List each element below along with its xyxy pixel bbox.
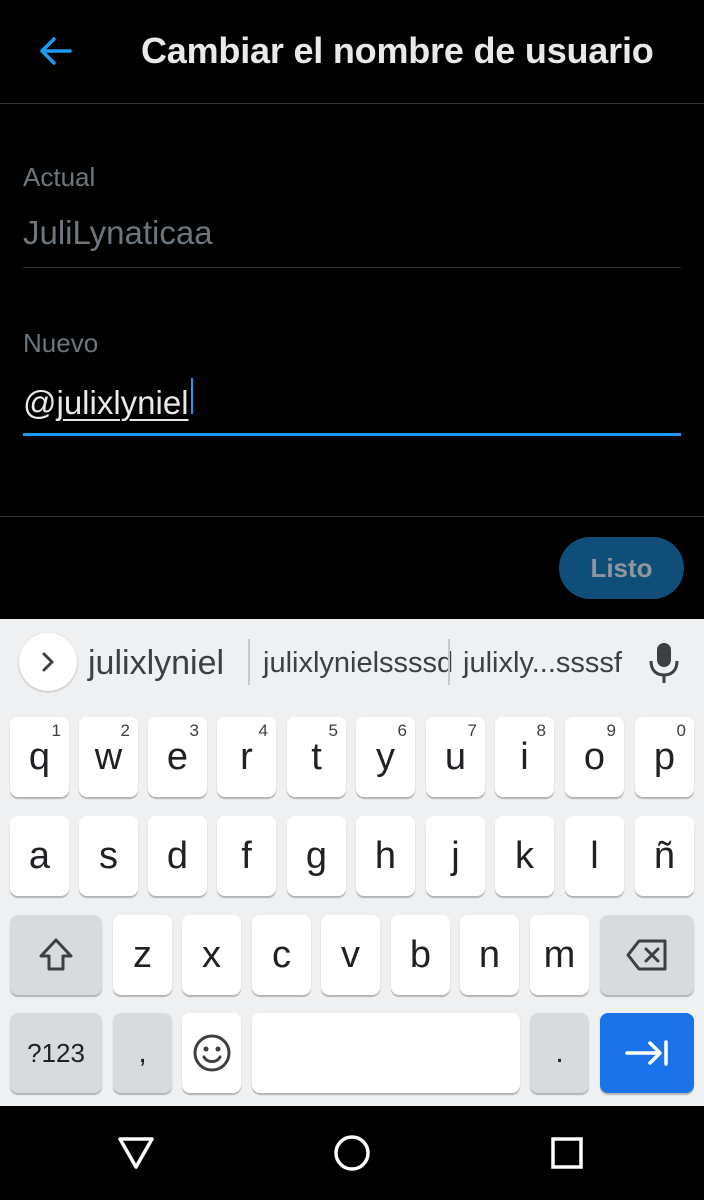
arrow-left-icon [40,37,72,65]
current-label: Actual [23,162,96,192]
key-h[interactable]: h [356,816,415,896]
shift-icon [39,938,73,971]
key-v[interactable]: v [321,915,380,995]
suggestion-1[interactable]: julixlyniel [88,641,224,685]
enter-key[interactable] [600,1013,694,1093]
key-u[interactable]: u7 [426,717,485,797]
key-y[interactable]: y6 [356,717,415,797]
at-prefix: @ [23,384,57,421]
symbols-key[interactable]: ?123 [10,1013,102,1093]
space-key[interactable] [252,1013,520,1093]
app-bar: Cambiar el nombre de usuario [0,0,704,104]
back-button[interactable] [32,28,78,74]
new-username-input[interactable]: @ julixlyniel [23,378,193,422]
square-recents-icon [551,1137,583,1169]
key-m[interactable]: m [530,915,589,995]
period-key[interactable]: . [530,1013,589,1093]
tab-next-icon [625,1040,668,1066]
shift-key[interactable] [10,915,102,995]
key-d[interactable]: d [148,816,207,896]
key-k[interactable]: k [495,816,554,896]
nav-back-button[interactable] [113,1130,159,1176]
triangle-back-icon [118,1137,154,1169]
key-f[interactable]: f [217,816,276,896]
suggestion-separator [248,639,250,685]
new-label: Nuevo [23,328,99,358]
suggestion-strip: julixlyniel julixlynielssssd julixly...s… [0,619,704,707]
key-q[interactable]: q1 [10,717,69,797]
key-l[interactable]: l [565,816,624,896]
backspace-icon [626,939,667,971]
nav-home-button[interactable] [329,1130,375,1176]
key-p[interactable]: p0 [635,717,694,797]
key-b[interactable]: b [391,915,450,995]
key-t[interactable]: t5 [287,717,346,797]
key-j[interactable]: j [426,816,485,896]
system-navigation-bar [0,1106,704,1200]
page-title: Cambiar el nombre de usuario [141,30,654,71]
emoji-icon [193,1034,230,1072]
suggestion-3[interactable]: julixly...ssssf [463,641,622,685]
chevron-right-icon [42,652,54,672]
key-z[interactable]: z [113,915,172,995]
backspace-key[interactable] [600,915,694,995]
key-r[interactable]: r4 [217,717,276,797]
circle-home-icon [334,1135,370,1171]
nav-recents-button[interactable] [544,1130,590,1176]
current-username-field: Actual JuliLynaticaa [23,162,681,268]
key-n[interactable]: n [460,915,519,995]
emoji-key[interactable] [182,1013,241,1093]
key-e[interactable]: e3 [148,717,207,797]
suggestion-separator [448,639,450,685]
current-username-value: JuliLynaticaa [23,214,213,251]
suggestion-2[interactable]: julixlynielssssd [263,641,453,685]
key-a[interactable]: a [10,816,69,896]
key-s[interactable]: s [79,816,138,896]
key-x[interactable]: x [182,915,241,995]
key-g[interactable]: g [287,816,346,896]
microphone-icon[interactable] [646,641,682,685]
key-c[interactable]: c [252,915,311,995]
key-n-tilde[interactable]: ñ [635,816,694,896]
comma-key[interactable]: , [113,1013,172,1093]
key-w[interactable]: w2 [79,717,138,797]
new-username-value: julixlyniel [56,384,189,421]
new-username-field[interactable]: Nuevo @ julixlyniel [23,328,681,436]
section-divider [0,516,704,517]
key-i[interactable]: i8 [495,717,554,797]
expand-suggestions-button[interactable] [19,633,77,691]
key-o[interactable]: o9 [565,717,624,797]
text-cursor [190,378,193,414]
soft-keyboard: julixlyniel julixlynielssssd julixly...s… [0,619,704,1106]
done-button[interactable]: Listo [559,537,684,599]
